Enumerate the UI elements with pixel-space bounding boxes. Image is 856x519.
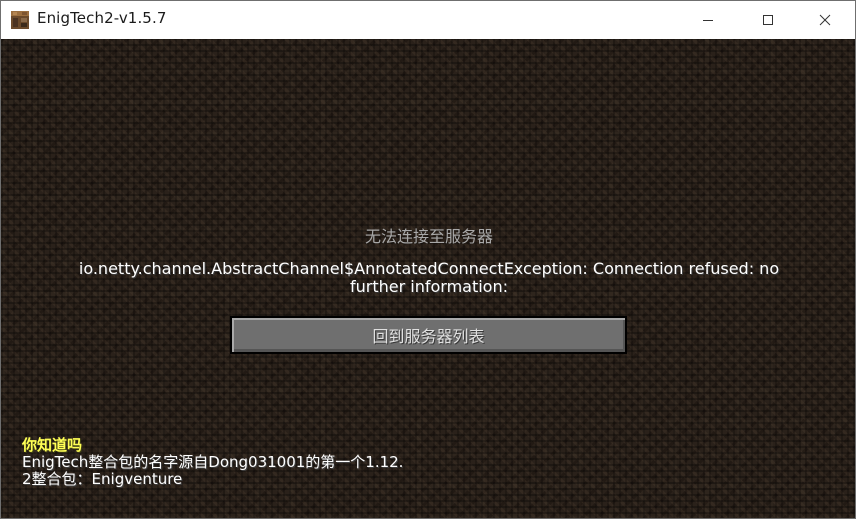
game-window: EnigTech2-v1.5.7 无法连接至服务器 io.netty.chann… bbox=[0, 0, 856, 519]
maximize-button[interactable] bbox=[745, 1, 791, 39]
error-message: io.netty.channel.AbstractChannel$Annotat… bbox=[78, 259, 780, 296]
did-you-know-tip: 你知道吗 EnigTech整合包的名字源自Dong031001的第一个1.12.… bbox=[22, 437, 522, 488]
tip-heading: 你知道吗 bbox=[22, 436, 83, 454]
crafting-table-icon bbox=[11, 11, 29, 29]
window-title: EnigTech2-v1.5.7 bbox=[37, 9, 167, 27]
minimize-button[interactable] bbox=[685, 1, 731, 39]
disconnect-title: 无法连接至服务器 bbox=[364, 227, 493, 246]
game-viewport: 无法连接至服务器 io.netty.channel.AbstractChanne… bbox=[1, 39, 855, 518]
back-button-label: 回到服务器列表 bbox=[372, 327, 485, 346]
maximize-icon bbox=[762, 11, 774, 30]
title-bar[interactable]: EnigTech2-v1.5.7 bbox=[1, 1, 855, 39]
tip-line: 2整合包：Enigventure bbox=[22, 470, 183, 488]
back-to-server-list-button[interactable]: 回到服务器列表 bbox=[230, 316, 627, 354]
minimize-icon bbox=[702, 11, 714, 30]
close-button[interactable] bbox=[802, 1, 848, 39]
tip-line: EnigTech整合包的名字源自Dong031001的第一个1.12. bbox=[22, 453, 404, 471]
close-icon bbox=[819, 11, 831, 30]
